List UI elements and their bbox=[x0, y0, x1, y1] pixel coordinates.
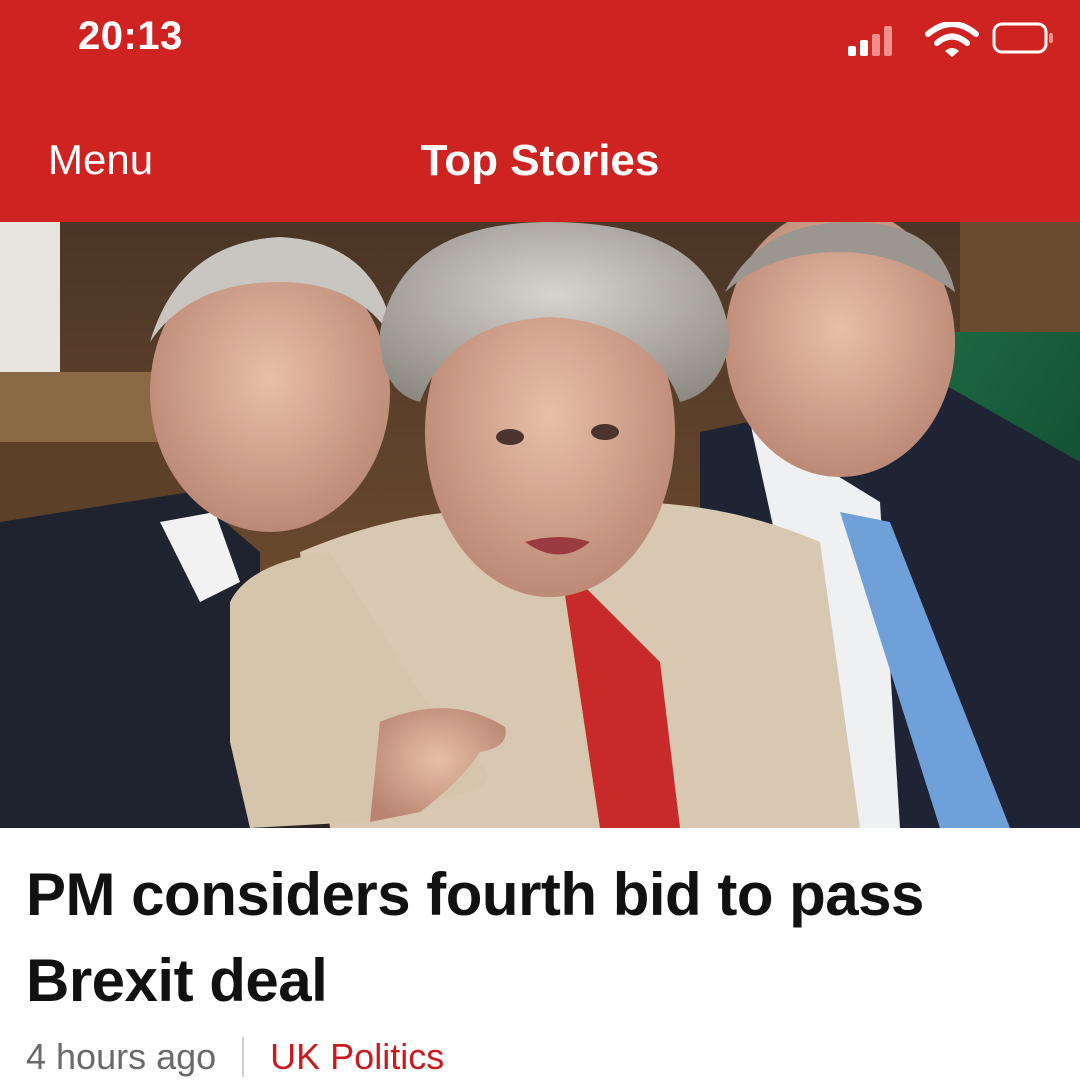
story-meta: 4 hours ago UK Politics bbox=[26, 1036, 444, 1078]
header-bar: 20:13 Menu Top Stories bbox=[0, 0, 1080, 222]
status-icons bbox=[820, 18, 1053, 58]
story-timestamp: 4 hours ago bbox=[26, 1036, 217, 1077]
story-category-link[interactable]: UK Politics bbox=[270, 1036, 444, 1078]
hero-photo bbox=[0, 222, 1080, 828]
story-hero-image[interactable] bbox=[0, 222, 1080, 828]
battery-icon bbox=[992, 22, 1053, 54]
story-headline[interactable]: PM considers fourth bid to pass Brexit d… bbox=[26, 852, 1066, 1024]
cellular-signal-icon bbox=[848, 26, 892, 56]
wifi-icon bbox=[925, 22, 979, 57]
news-app-screen: 20:13 Menu Top Stories PM considers four… bbox=[0, 0, 1080, 1080]
page-title: Top Stories bbox=[420, 136, 660, 185]
status-time: 20:13 bbox=[78, 14, 183, 58]
meta-divider bbox=[242, 1037, 245, 1077]
